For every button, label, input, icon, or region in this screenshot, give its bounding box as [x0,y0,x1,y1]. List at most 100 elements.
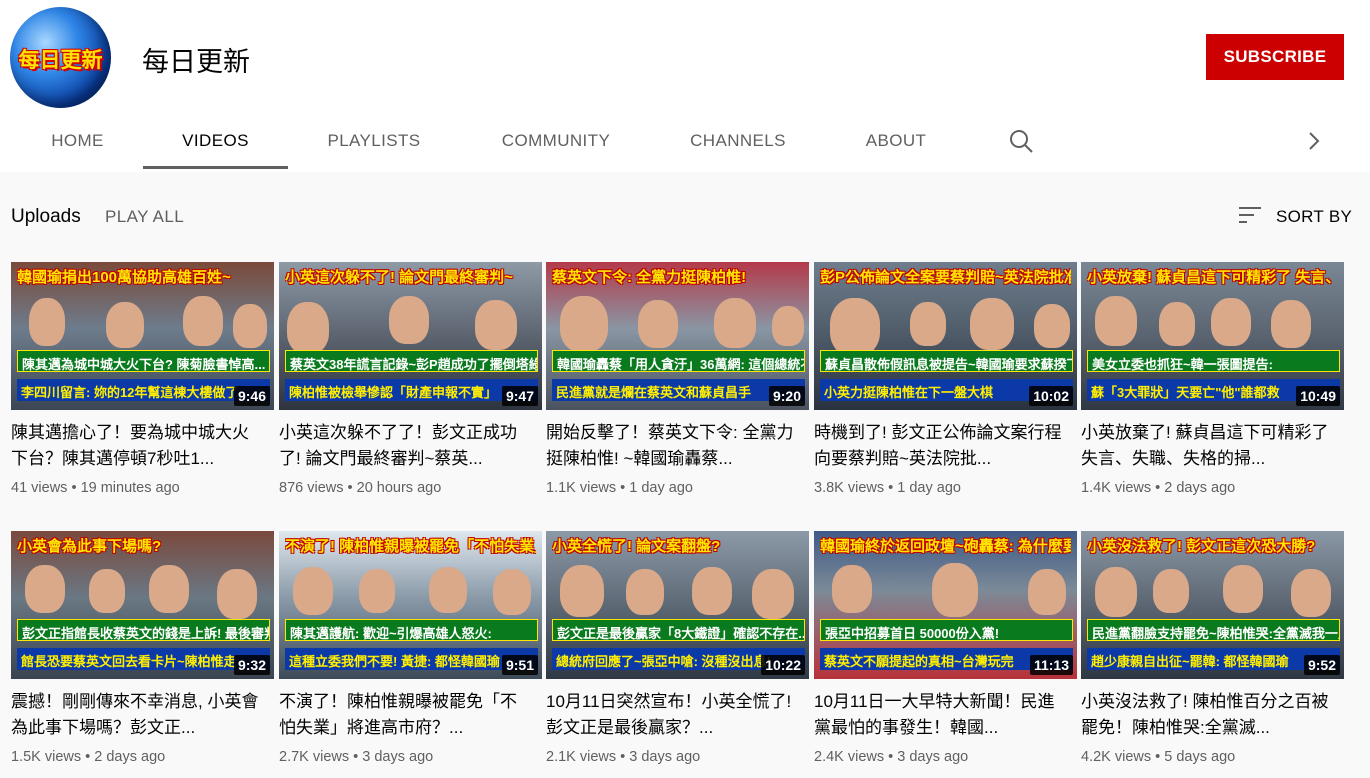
video-title[interactable]: 陳其邁擔心了！要為城中城大火下台？陳其邁停頓7秒吐1... [11,420,261,472]
video-meta: 1.4K views • 2 days ago [1081,480,1236,496]
view-count: 2.7K views [279,749,350,765]
play-all-button[interactable]: PLAY ALL [105,207,184,227]
thumbnail-caption: 韓國瑜轟蔡「用人貪汙」36萬網: 這個總統不要了~ [552,350,805,372]
thumbnail-caption: 彭文正是最後贏家「8大鐵證」確認不存在... [552,619,805,641]
thumbnail-caption: 蘇貞昌散佈假訊息被提告~韓國瑜要求蘇揆下台~ [820,350,1073,372]
upload-age: 20 hours ago [356,480,442,496]
thumbnail-caption: 美女立委也抓狂~韓一張圖提告: [1087,350,1340,372]
video-duration: 9:52 [1303,655,1340,675]
video-title[interactable]: 時機到了! 彭文正公佈論文案行程向要蔡判賠~英法院批... [814,420,1064,472]
view-count: 1.5K views [11,749,82,765]
thumbnail-caption: 民進黨翻臉支持罷免~陳柏惟哭:全黨滅我一人! [1087,619,1340,641]
video-meta: 3.8K views • 1 day ago [814,480,961,496]
sort-icon[interactable] [1238,205,1262,225]
upload-age: 2 days ago [1164,480,1236,496]
video-title[interactable]: 10月11日突然宣布！小英全慌了! 彭文正是最後贏家？... [546,689,796,741]
thumbnail-headline: 小英這次躲不了! 論文門最終審判~ [285,269,513,286]
tab-community[interactable]: COMMUNITY [480,112,632,170]
active-tab-indicator [143,166,288,169]
channel-name: 每日更新 [142,47,250,77]
thumbnail-headline: 蔡英文下令: 全黨力挺陳柏惟! [552,269,747,286]
thumbnail-subcaption: 館長恐要蔡英文回去看卡片~陳柏惟走 [17,648,270,670]
upload-age: 2 days ago [94,749,166,765]
thumbnail-caption: 蔡英文38年謊言記錄~彭P趙成功了擺倒塔綠班! [285,350,538,372]
thumbnail-caption: 陳其邁護航: 歡迎~引爆高雄人怒火: [285,619,538,641]
video-title[interactable]: 10月11日一大早特大新聞！民進黨最怕的事發生！韓國... [814,689,1064,741]
video-duration: 9:51 [501,655,538,675]
video-meta: 1.1K views • 1 day ago [546,480,693,496]
tab-about[interactable]: ABOUT [848,112,944,170]
channel-avatar[interactable]: 每日更新 [10,7,111,108]
thumbnail-caption: 張亞中招募首日 50000份入黨! [820,619,1073,641]
view-count: 1.4K views [1081,480,1152,496]
video-thumbnail[interactable]: 小英沒法救了! 彭文正這次恐大勝? 民進黨翻臉支持罷免~陳柏惟哭:全黨滅我一人!… [1081,531,1344,679]
upload-age: 19 minutes ago [80,480,180,496]
video-thumbnail[interactable]: 不演了! 陳柏惟親曝被罷免「不怕失業」將進高市府? 陳其邁護航: 歡迎~引爆高雄… [279,531,542,679]
thumbnail-headline: 小英沒法救了! 彭文正這次恐大勝? [1087,538,1316,555]
video-thumbnail[interactable]: 韓國瑜捐出100萬協助高雄百姓~ 陳其邁為城中城大火下台? 陳菊臉書悼高... … [11,262,274,410]
video-thumbnail[interactable]: 小英這次躲不了! 論文門最終審判~ 蔡英文38年謊言記錄~彭P趙成功了擺倒塔綠班… [279,262,542,410]
video-title[interactable]: 開始反擊了！蔡英文下令: 全黨力挺陳柏惟! ~韓國瑜轟蔡... [546,420,796,472]
upload-age: 3 days ago [362,749,434,765]
video-thumbnail[interactable]: 小英全慌了! 論文案翻盤? 彭文正是最後贏家「8大鐵證」確認不存在... 總統府… [546,531,809,679]
thumbnail-headline: 小英全慌了! 論文案翻盤? [552,538,721,555]
video-title[interactable]: 小英放棄了! 蘇貞昌這下可精彩了 失言、失職、失格的掃... [1081,420,1331,472]
video-meta: 2.4K views • 3 days ago [814,749,969,765]
video-thumbnail[interactable]: 彭P公佈論文全案要蔡判賠~英法院批准... 蘇貞昌散佈假訊息被提告~韓國瑜要求蘇… [814,262,1077,410]
video-thumbnail[interactable]: 韓國瑜終於返回政壇~砲轟蔡: 為什麼要中華民國總統? 張亞中招募首日 50000… [814,531,1077,679]
upload-age: 1 day ago [629,480,693,496]
thumbnail-headline: 韓國瑜捐出100萬協助高雄百姓~ [17,269,231,286]
thumbnail-subcaption: 這種立委我們不要! 黃捷: 都怪韓國瑜 [285,648,538,670]
view-count: 41 views [11,480,68,496]
video-duration: 10:22 [761,655,805,675]
video-meta: 41 views • 19 minutes ago [11,480,180,496]
avatar-logo-text: 每日更新 [18,49,103,72]
video-thumbnail[interactable]: 小英放棄! 蘇貞昌這下可精彩了 失言、失職、失格... 美女立委也抓狂~韓一張圖… [1081,262,1344,410]
video-duration: 11:13 [1029,655,1073,675]
video-duration: 9:32 [233,655,270,675]
video-meta: 4.2K views • 5 days ago [1081,749,1236,765]
tab-videos[interactable]: VIDEOS [143,112,288,170]
video-duration: 10:49 [1296,386,1340,406]
thumbnail-headline: 韓國瑜終於返回政壇~砲轟蔡: 為什麼要中華民國總統? [820,538,1071,555]
tab-home[interactable]: HOME [30,112,125,170]
thumbnail-subcaption: 李四川留言: 妳的12年幫這棟大樓做了 [17,379,270,401]
video-thumbnail[interactable]: 蔡英文下令: 全黨力挺陳柏惟! 韓國瑜轟蔡「用人貪汙」36萬網: 這個總統不要了… [546,262,809,410]
upload-age: 5 days ago [1164,749,1236,765]
thumbnail-headline: 小英放棄! 蘇貞昌這下可精彩了 失言、失職、失格... [1087,269,1338,286]
channel-tabs: HOME VIDEOS PLAYLISTS COMMUNITY CHANNELS… [0,112,1370,172]
video-meta: 2.1K views • 3 days ago [546,749,701,765]
search-icon[interactable] [1008,128,1034,154]
video-duration: 9:46 [233,386,270,406]
video-title[interactable]: 震撼！剛剛傳來不幸消息, 小英會為此事下場嗎？彭文正... [11,689,261,741]
video-meta: 2.7K views • 3 days ago [279,749,434,765]
thumbnail-caption: 陳其邁為城中城大火下台? 陳菊臉書悼高... [17,350,270,372]
video-meta: 1.5K views • 2 days ago [11,749,166,765]
thumbnail-headline: 彭P公佈論文全案要蔡判賠~英法院批准... [820,269,1071,286]
thumbnail-headline: 小英會為此事下場嗎? [17,538,162,555]
video-title[interactable]: 小英這次躲不了了！彭文正成功了! 論文門最終審判~蔡英... [279,420,529,472]
view-count: 876 views [279,480,344,496]
thumbnail-subcaption: 陳柏惟被檢舉慘認「財產申報不實」 [285,379,538,401]
thumbnail-subcaption: 民進黨就是爛在蔡英文和蘇貞昌手 [552,379,805,401]
video-duration: 9:47 [501,386,538,406]
view-count: 2.1K views [546,749,617,765]
view-count: 4.2K views [1081,749,1152,765]
view-count: 2.4K views [814,749,885,765]
view-count: 3.8K views [814,480,885,496]
video-title[interactable]: 小英沒法救了! 陳柏惟百分之百被罷免！陳柏惟哭:全黨滅... [1081,689,1331,741]
uploads-title: Uploads [11,206,81,227]
thumbnail-caption: 彭文正指館長收蔡英文的錢是上訴! 最後審判定這天... [17,619,270,641]
chevron-right-icon[interactable] [1303,130,1325,152]
sort-by-button[interactable]: SORT BY [1276,207,1352,227]
tab-playlists[interactable]: PLAYLISTS [305,112,443,170]
upload-age: 3 days ago [629,749,701,765]
video-duration: 9:20 [768,386,805,406]
subscribe-button[interactable]: SUBSCRIBE [1206,34,1344,80]
video-thumbnail[interactable]: 小英會為此事下場嗎? 彭文正指館長收蔡英文的錢是上訴! 最後審判定這天... 館… [11,531,274,679]
tab-channels[interactable]: CHANNELS [670,112,806,170]
upload-age: 3 days ago [897,749,969,765]
video-duration: 10:02 [1029,386,1073,406]
view-count: 1.1K views [546,480,617,496]
video-title[interactable]: 不演了！陳柏惟親曝被罷免「不怕失業」將進高市府？... [279,689,529,741]
